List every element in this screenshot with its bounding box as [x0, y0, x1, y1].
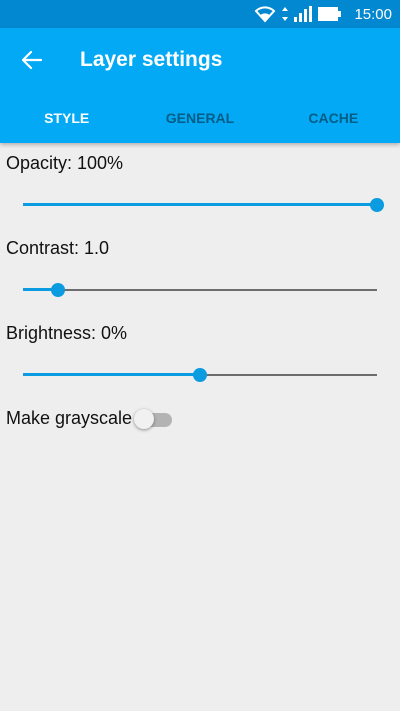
- tab-general[interactable]: GENERAL: [133, 100, 266, 143]
- contrast-slider-track: [23, 289, 377, 291]
- brightness-label: Brightness: 0%: [6, 323, 128, 343]
- page-title: Layer settings: [80, 48, 223, 71]
- arrow-back-icon: [22, 51, 42, 69]
- contrast-slider[interactable]: [23, 280, 377, 300]
- grayscale-label: Make grayscale: [6, 407, 133, 428]
- battery-icon: [318, 7, 342, 21]
- status-time: 15:00: [354, 5, 392, 23]
- brightness-slider[interactable]: [23, 365, 377, 385]
- opacity-slider-thumb[interactable]: [370, 198, 384, 212]
- contrast-label: Contrast: 1.0: [6, 238, 110, 258]
- grayscale-switch-thumb[interactable]: [134, 409, 155, 429]
- contrast-slider-thumb[interactable]: [51, 283, 66, 297]
- tab-bar: STYLE GENERAL CACHE: [0, 100, 400, 143]
- opacity-slider-fill: [23, 203, 377, 206]
- status-icons: 15:00: [254, 4, 392, 24]
- tab-cache[interactable]: CACHE: [267, 100, 400, 143]
- grayscale-row: Make grayscale: [6, 407, 174, 429]
- brightness-slider-thumb[interactable]: [193, 368, 207, 382]
- opacity-slider[interactable]: [23, 195, 384, 215]
- back-button[interactable]: [12, 42, 52, 78]
- grayscale-switch[interactable]: [134, 407, 174, 429]
- brightness-slider-fill: [23, 373, 200, 376]
- opacity-label: Opacity: 100%: [6, 153, 124, 173]
- signal-icon: [294, 6, 313, 22]
- tab-style[interactable]: STYLE: [0, 100, 134, 143]
- wifi-icon: [255, 6, 276, 23]
- status-bar: 15:00: [0, 0, 400, 28]
- data-arrows-icon: [282, 7, 289, 21]
- app-bar: Layer settings STYLE GENERAL CACHE: [0, 28, 400, 143]
